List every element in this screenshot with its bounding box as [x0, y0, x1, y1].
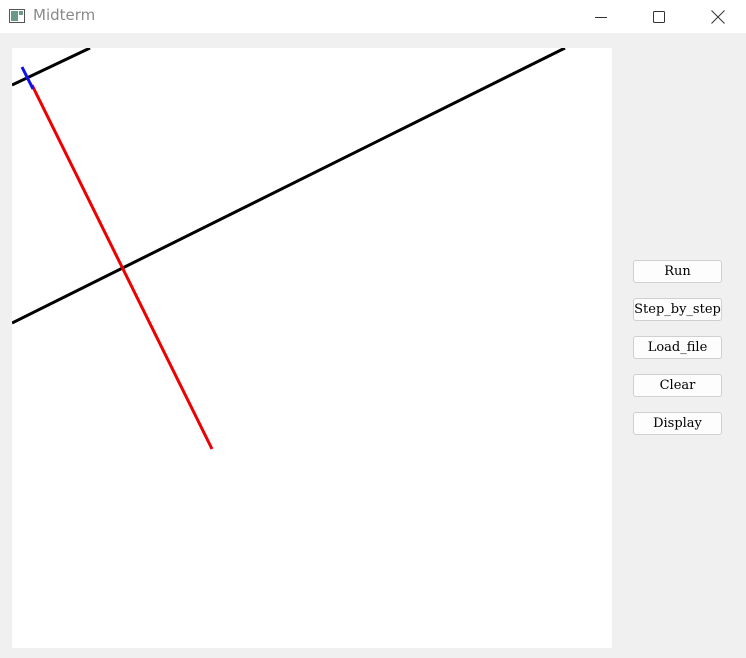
maximize-icon — [653, 10, 665, 23]
drawing-canvas[interactable] — [12, 48, 612, 648]
maximize-button[interactable] — [631, 0, 687, 33]
display-button[interactable]: Display — [633, 412, 722, 435]
title-bar[interactable]: Midterm — [0, 0, 746, 33]
run-button[interactable]: Run — [633, 260, 722, 283]
black-line-long — [12, 48, 566, 325]
canvas-drawing — [12, 48, 566, 450]
step-by-step-button[interactable]: Step_by_step — [633, 298, 722, 321]
black-line-upper-left — [12, 48, 91, 87]
window-title: Midterm — [33, 6, 96, 24]
minimize-button[interactable] — [573, 0, 629, 33]
minimize-icon — [595, 16, 607, 18]
main-window: Midterm Run Step_by_step Load_file Clear… — [0, 0, 746, 658]
load-file-button[interactable]: Load_file — [633, 336, 722, 359]
clear-button[interactable]: Clear — [633, 374, 722, 397]
red-line — [30, 84, 214, 450]
app-window-icon — [9, 9, 25, 23]
close-icon — [711, 9, 725, 24]
close-button[interactable] — [690, 0, 746, 33]
